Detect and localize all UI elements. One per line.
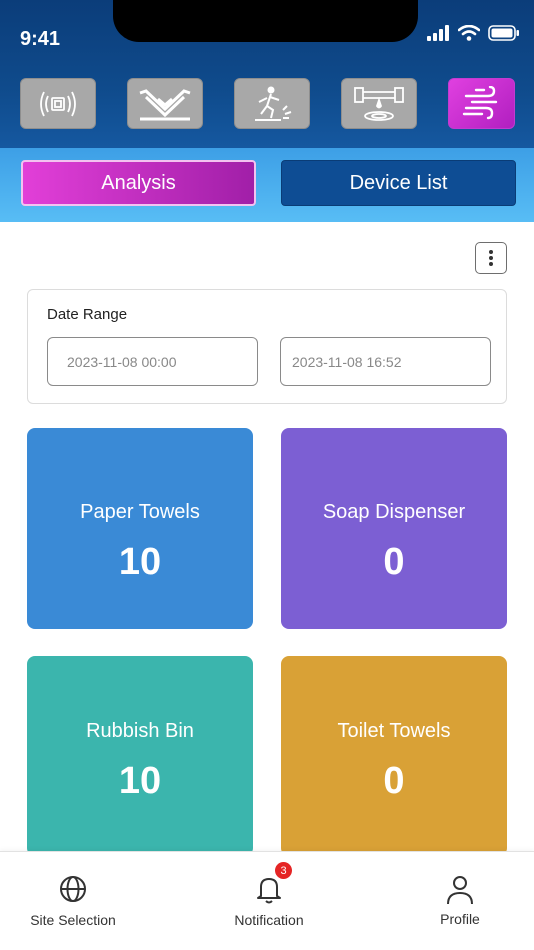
more-vertical-icon — [489, 250, 493, 266]
wifi-icon — [458, 25, 480, 41]
stat-card-soap-dispenser[interactable]: Soap Dispenser 0 — [281, 428, 507, 629]
date-range-label: Date Range — [47, 306, 128, 323]
air-quality-icon — [462, 85, 497, 119]
start-date-input[interactable]: 2023-11-08 00:00 — [47, 337, 258, 386]
leak-detector-icon — [354, 86, 404, 121]
category-sensor[interactable] — [20, 78, 96, 129]
stat-label: Toilet Towels — [337, 720, 451, 742]
category-icon-row — [20, 78, 515, 129]
nav-profile[interactable]: Profile — [400, 852, 520, 950]
wet-floor-icon — [255, 86, 292, 121]
stat-label: Rubbish Bin — [86, 720, 194, 742]
nav-notification[interactable]: 3 Notification — [209, 852, 329, 950]
category-leak-detector[interactable] — [341, 78, 417, 129]
stat-value: 0 — [383, 541, 405, 583]
category-wet-floor[interactable] — [234, 78, 310, 129]
user-icon — [447, 876, 473, 905]
status-time: 9:41 — [20, 28, 61, 50]
category-paper-towel[interactable] — [127, 78, 203, 129]
stat-label: Paper Towels — [80, 501, 200, 523]
stat-label: Soap Dispenser — [322, 501, 466, 523]
signal-icon — [427, 25, 449, 41]
nav-label: Profile — [440, 911, 480, 927]
nav-label: Site Selection — [30, 912, 116, 928]
category-air-quality[interactable] — [448, 78, 515, 129]
tab-bar: Analysis Device List — [0, 148, 534, 222]
end-date-input[interactable]: 2023-11-08 16:52 — [280, 337, 491, 386]
paper-towel-icon — [139, 88, 191, 120]
stat-value: 0 — [383, 760, 405, 802]
app-header: 9:41 — [0, 0, 534, 148]
stat-value: 10 — [118, 760, 162, 802]
stat-card-rubbish-bin[interactable]: Rubbish Bin 10 — [27, 656, 253, 856]
nav-label: Notification — [234, 912, 304, 928]
more-options-button[interactable] — [475, 242, 507, 274]
globe-icon — [60, 876, 86, 902]
status-icons — [426, 25, 520, 41]
nav-site-selection[interactable]: Site Selection — [13, 852, 133, 950]
device-notch — [113, 0, 418, 42]
tab-analysis[interactable]: Analysis — [21, 160, 256, 206]
bell-icon — [257, 878, 281, 904]
battery-icon — [488, 25, 519, 41]
tab-device-list[interactable]: Device List — [281, 160, 516, 206]
notification-badge: 3 — [275, 862, 292, 879]
stat-card-toilet-towels[interactable]: Toilet Towels 0 — [281, 656, 507, 856]
bottom-navigation: Site Selection 3 Notification Profile — [0, 851, 534, 950]
stat-value: 10 — [118, 541, 162, 583]
date-range-card: Date Range 2023-11-08 00:00 2023-11-08 1… — [27, 289, 507, 404]
sensor-icon — [40, 91, 76, 116]
stat-card-paper-towels[interactable]: Paper Towels 10 — [27, 428, 253, 629]
